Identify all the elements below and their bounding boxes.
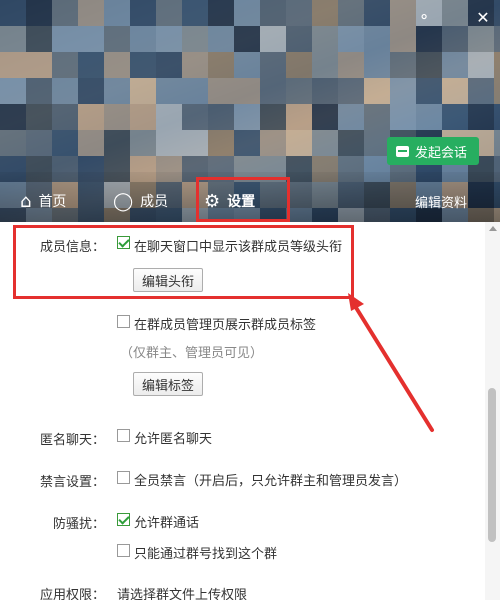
tab-members[interactable]: ◯ 成员 <box>113 180 168 222</box>
annotation-box-member-info <box>13 225 354 299</box>
scroll-thumb[interactable] <box>488 388 496 542</box>
edit-tags-button[interactable]: 编辑标签 <box>133 372 204 396</box>
mute-all-checkbox[interactable] <box>117 471 130 484</box>
allow-anon-checkbox[interactable] <box>117 429 130 442</box>
allow-group-call-text[interactable]: 允许群通话 <box>134 512 199 531</box>
app-permission-label: 应用权限： <box>40 588 106 600</box>
mute-settings-label: 禁言设置： <box>40 475 106 490</box>
scrollbar[interactable] <box>485 222 500 600</box>
mute-all-text[interactable]: 全员禁言（开启后，只允许群主和管理员发言） <box>134 470 407 489</box>
group-settings-window: ⚬ ✕ 发起会话 ⌂ 首页 ◯ 成员 ⚙ 设置 编辑资料 成员信息： 在聊天窗口… <box>0 0 500 600</box>
scroll-up-arrow-icon[interactable] <box>489 226 497 231</box>
allow-anon-text[interactable]: 允许匿名聊天 <box>134 428 212 447</box>
close-icon[interactable]: ✕ <box>470 6 496 28</box>
start-chat-label: 发起会话 <box>415 145 468 161</box>
tab-home-label: 首页 <box>38 194 67 210</box>
show-tags-checkbox[interactable] <box>117 315 130 328</box>
start-chat-button[interactable]: 发起会话 <box>387 137 479 165</box>
edit-profile-link[interactable]: 编辑资料 <box>415 180 467 222</box>
member-icon: ◯ <box>113 190 134 212</box>
annotation-box-settings-tab <box>196 177 290 222</box>
app-permission-value[interactable]: 请选择群文件上传权限 <box>117 584 247 600</box>
tab-home[interactable]: ⌂ 首页 <box>20 180 66 222</box>
find-by-number-checkbox[interactable] <box>117 544 130 557</box>
tab-members-label: 成员 <box>140 194 169 210</box>
skin-icon[interactable]: ⚬ <box>411 6 437 28</box>
chat-bubble-icon <box>396 145 409 157</box>
tags-note: （仅群主、管理员可见） <box>120 346 264 361</box>
anon-chat-label: 匿名聊天： <box>40 433 106 448</box>
anti-harass-label: 防骚扰： <box>53 517 106 532</box>
find-by-number-text[interactable]: 只能通过群号找到这个群 <box>134 543 277 562</box>
show-tags-text[interactable]: 在群成员管理页展示群成员标签 <box>134 314 316 333</box>
allow-group-call-checkbox[interactable] <box>117 513 130 526</box>
home-icon: ⌂ <box>20 190 32 212</box>
